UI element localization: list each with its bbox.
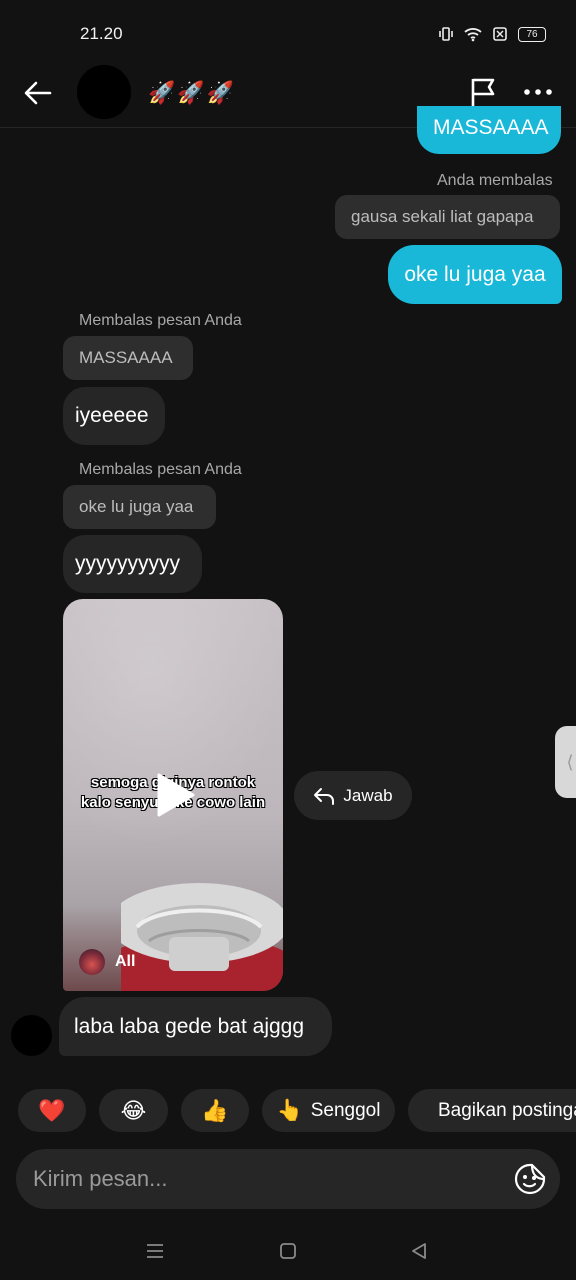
sent-message-text: MASSAAAA: [433, 116, 549, 139]
received-reply-quote[interactable]: oke lu juga yaa: [63, 485, 216, 529]
received-message[interactable]: yyyyyyyyyy: [63, 535, 202, 593]
received-message-text: iyeeeee: [75, 404, 149, 427]
sim-icon: [493, 27, 507, 41]
received-message[interactable]: iyeeeee: [63, 387, 165, 445]
received-message-text: yyyyyyyyyy: [75, 552, 180, 575]
received-reply-label: Membalas pesan Anda: [79, 461, 242, 478]
senggol-label: Senggol: [310, 1099, 381, 1121]
sent-message[interactable]: oke lu juga yaa: [388, 245, 562, 304]
quick-reaction-thumbs-up[interactable]: 👍: [181, 1089, 249, 1132]
recent-apps-icon[interactable]: [144, 1240, 166, 1262]
received-reply-quote-text: oke lu juga yaa: [79, 497, 194, 516]
home-icon[interactable]: [277, 1240, 299, 1262]
sent-reply-quote-text: gausa sekali liat gapapa: [351, 207, 534, 226]
thumbs-up-emoji-icon: 👍: [201, 1097, 229, 1123]
received-message-text: laba laba gede bat ajggg: [74, 1014, 305, 1038]
reply-button-label: Jawab: [343, 785, 393, 805]
battery-level: 76: [526, 28, 538, 40]
pointing-hand-icon: 👆: [276, 1098, 303, 1122]
chevron-left-icon: ⟨: [566, 751, 574, 772]
contact-avatar[interactable]: [77, 65, 131, 119]
laugh-emoji-icon: 😂: [120, 1097, 147, 1123]
more-options-icon[interactable]: [522, 82, 554, 102]
play-icon[interactable]: [153, 771, 197, 819]
video-source[interactable]: All: [79, 949, 135, 975]
video-source-name: All: [115, 953, 136, 970]
message-input[interactable]: [33, 1166, 493, 1192]
wifi-icon: [464, 28, 482, 42]
sticker-icon[interactable]: [514, 1163, 546, 1195]
reply-button[interactable]: Jawab: [294, 771, 412, 820]
share-post-button[interactable]: Bagikan postingan: [408, 1089, 576, 1132]
sent-reply-quote[interactable]: gausa sekali liat gapapa: [335, 195, 560, 239]
heart-emoji-icon: ❤️: [38, 1097, 66, 1123]
shared-video[interactable]: semoga giginya rontok kalo senyum ke cow…: [63, 599, 283, 991]
back-triangle-icon[interactable]: [408, 1240, 430, 1262]
senggol-button[interactable]: 👆 Senggol: [262, 1089, 395, 1132]
sent-message-partial[interactable]: MASSAAAA: [417, 106, 561, 154]
status-icons: 76: [438, 26, 546, 42]
reply-arrow-icon: [314, 787, 335, 805]
side-panel-handle[interactable]: ⟨: [555, 726, 576, 798]
back-arrow-icon[interactable]: [22, 77, 54, 109]
received-reply-quote-text: MASSAAAA: [79, 348, 173, 367]
sent-reply-label: Anda membalas: [437, 172, 553, 189]
received-reply-label: Membalas pesan Anda: [79, 312, 242, 329]
vibrate-icon: [439, 27, 453, 41]
share-post-label: Bagikan postingan: [438, 1099, 576, 1121]
quick-reaction-laugh[interactable]: 😂: [99, 1089, 168, 1132]
video-source-avatar: [79, 949, 105, 975]
battery-icon: 76: [518, 26, 546, 42]
quick-reaction-heart[interactable]: ❤️: [18, 1089, 86, 1132]
received-message[interactable]: laba laba gede bat ajggg: [59, 997, 332, 1056]
flag-icon[interactable]: [468, 76, 500, 110]
sent-message-text: oke lu juga yaa: [404, 262, 546, 286]
video-chair-illustration: [121, 883, 283, 991]
message-composer: [16, 1149, 560, 1209]
contact-name[interactable]: 🚀🚀🚀: [148, 80, 236, 106]
received-reply-quote[interactable]: MASSAAAA: [63, 336, 193, 380]
sender-avatar[interactable]: [11, 1015, 52, 1056]
status-time: 21.20: [80, 24, 123, 43]
